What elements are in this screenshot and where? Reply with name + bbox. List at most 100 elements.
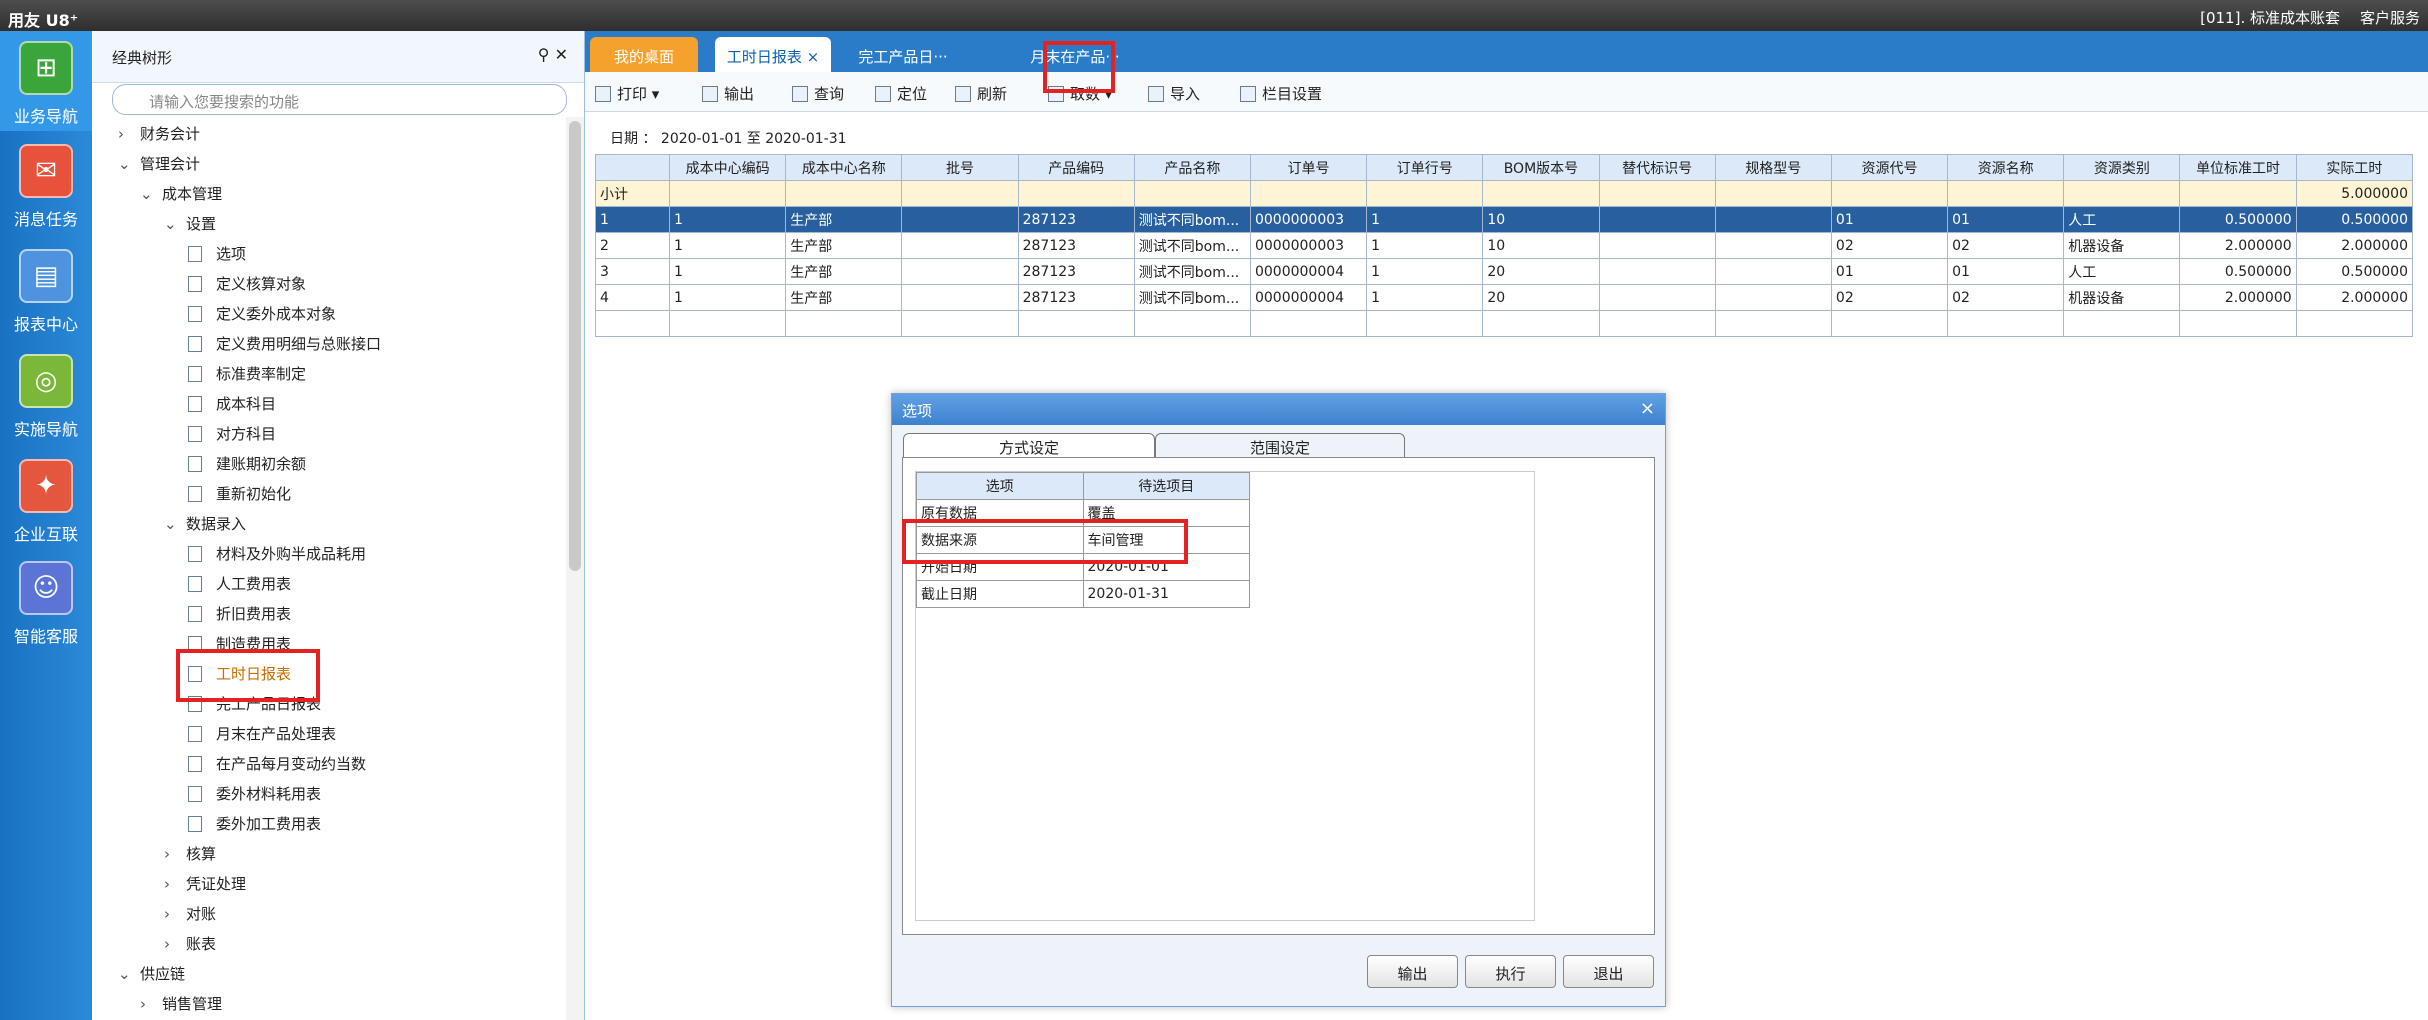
table-cell[interactable]: 2.000000 bbox=[2295, 284, 2414, 311]
tab-close-icon[interactable]: × bbox=[807, 48, 820, 66]
column-header[interactable]: 资源名称 bbox=[1947, 154, 2065, 181]
table-cell[interactable]: 1 bbox=[669, 284, 787, 311]
dialog-exit-button[interactable]: 退出 bbox=[1563, 955, 1654, 988]
column-settings-button[interactable]: 栏目设置 bbox=[1240, 83, 1322, 104]
expand-arrow-icon[interactable]: › bbox=[164, 935, 186, 953]
tree-item[interactable]: 定义核算对象 bbox=[188, 273, 306, 301]
table-cell[interactable]: 1 bbox=[1366, 258, 1484, 285]
table-cell[interactable]: 生产部 bbox=[785, 284, 903, 311]
table-cell[interactable]: 02 bbox=[1947, 284, 2065, 311]
tree-scrollbar[interactable] bbox=[566, 117, 584, 1020]
expand-arrow-icon[interactable]: ⌄ bbox=[118, 965, 140, 983]
table-cell[interactable]: 287123 bbox=[1017, 232, 1135, 259]
table-cell[interactable]: 4 bbox=[594, 284, 671, 311]
tree-item[interactable]: ⌄ 成本管理 bbox=[140, 183, 222, 211]
column-header[interactable]: 单位标准工时 bbox=[2179, 154, 2297, 181]
column-header[interactable]: 规格型号 bbox=[1714, 154, 1832, 181]
table-cell[interactable] bbox=[2295, 310, 2414, 337]
print-button[interactable]: 打印 ▾ bbox=[595, 83, 659, 104]
column-header[interactable]: 产品编码 bbox=[1017, 154, 1135, 181]
tree-item[interactable]: 定义费用明细与总账接口 bbox=[188, 333, 381, 361]
import-button[interactable]: 导入 bbox=[1148, 83, 1200, 104]
tree-item[interactable]: 重新初始化 bbox=[188, 483, 291, 511]
column-header[interactable]: 批号 bbox=[901, 154, 1019, 181]
table-cell[interactable]: 10 bbox=[1482, 206, 1600, 233]
tree-item[interactable]: › 对账 bbox=[164, 903, 216, 931]
tree-item[interactable]: ⌄ 数据录入 bbox=[164, 513, 246, 541]
table-cell[interactable] bbox=[1714, 258, 1832, 285]
option-row[interactable]: 截止日期 2020-01-31 bbox=[916, 580, 1250, 608]
table-cell[interactable] bbox=[1714, 206, 1832, 233]
table-cell[interactable]: 人工 bbox=[2063, 258, 2181, 285]
table-cell[interactable]: 2 bbox=[594, 232, 671, 259]
column-header[interactable]: BOM版本号 bbox=[1482, 154, 1600, 181]
tree-item[interactable]: › 销售管理 bbox=[140, 993, 222, 1020]
table-cell[interactable]: 1 bbox=[669, 206, 787, 233]
table-cell[interactable]: 10 bbox=[1482, 232, 1600, 259]
table-cell[interactable]: 20 bbox=[1482, 258, 1600, 285]
table-cell[interactable] bbox=[901, 284, 1019, 311]
export-button[interactable]: 输出 bbox=[702, 83, 754, 104]
tree-item[interactable]: 折旧费用表 bbox=[188, 603, 291, 631]
table-cell[interactable]: 生产部 bbox=[785, 206, 903, 233]
table-cell[interactable]: 0000000004 bbox=[1249, 258, 1368, 285]
table-cell[interactable]: 1 bbox=[1366, 232, 1484, 259]
tree-item[interactable]: 选项 bbox=[188, 243, 246, 271]
tree-item[interactable]: 建账期初余额 bbox=[188, 453, 306, 481]
expand-arrow-icon[interactable]: › bbox=[164, 905, 186, 923]
table-cell[interactable] bbox=[1830, 310, 1949, 337]
nav-message[interactable]: ✉ 消息任务 bbox=[0, 134, 92, 234]
column-header[interactable]: 资源代号 bbox=[1830, 154, 1949, 181]
table-cell[interactable] bbox=[594, 310, 671, 337]
column-header[interactable] bbox=[594, 154, 671, 181]
table-cell[interactable] bbox=[669, 310, 787, 337]
tree-item[interactable]: ⌄ 供应链 bbox=[118, 963, 185, 991]
table-cell[interactable] bbox=[2179, 310, 2297, 337]
table-cell[interactable] bbox=[1714, 232, 1832, 259]
table-cell[interactable] bbox=[1366, 310, 1484, 337]
table-cell[interactable]: 1 bbox=[594, 206, 671, 233]
column-header[interactable]: 订单行号 bbox=[1366, 154, 1484, 181]
table-cell[interactable]: 测试不同bom... bbox=[1133, 284, 1251, 311]
table-cell[interactable] bbox=[1947, 310, 2065, 337]
table-cell[interactable]: 0.500000 bbox=[2179, 258, 2297, 285]
table-cell[interactable]: 1 bbox=[669, 258, 787, 285]
tree-item[interactable]: › 财务会计 bbox=[118, 123, 200, 151]
table-cell[interactable]: 机器设备 bbox=[2063, 232, 2181, 259]
dialog-execute-button[interactable]: 执行 bbox=[1465, 955, 1556, 988]
tree-item[interactable]: 委外材料耗用表 bbox=[188, 783, 321, 811]
table-cell[interactable] bbox=[1133, 310, 1251, 337]
table-cell[interactable]: 机器设备 bbox=[2063, 284, 2181, 311]
table-row[interactable]: 4 1 生产部 287123 测试不同bom... 0000000004 1 20 02 02 机器… bbox=[594, 284, 2414, 311]
table-cell[interactable]: 0.500000 bbox=[2295, 258, 2414, 285]
expand-arrow-icon[interactable]: ⌄ bbox=[118, 155, 140, 173]
column-header[interactable]: 实际工时 bbox=[2295, 154, 2414, 181]
table-cell[interactable]: 2.000000 bbox=[2179, 232, 2297, 259]
tab-home[interactable]: 我的桌面 bbox=[590, 37, 698, 72]
query-button[interactable]: 查询 bbox=[792, 83, 844, 104]
table-cell[interactable]: 01 bbox=[1830, 258, 1949, 285]
table-cell[interactable]: 287123 bbox=[1017, 284, 1135, 311]
tree-item[interactable]: 标准费率制定 bbox=[188, 363, 306, 391]
table-cell[interactable]: 1 bbox=[669, 232, 787, 259]
column-header[interactable]: 订单号 bbox=[1249, 154, 1368, 181]
tree-item[interactable]: 对方科目 bbox=[188, 423, 276, 451]
table-row[interactable]: 2 1 生产部 287123 测试不同bom... 0000000003 1 10 02 02 机器… bbox=[594, 232, 2414, 259]
table-row[interactable]: 3 1 生产部 287123 测试不同bom... 0000000004 1 20 01 01 人工… bbox=[594, 258, 2414, 285]
table-cell[interactable]: 01 bbox=[1830, 206, 1949, 233]
tab-finished-products[interactable]: 完工产品日··· bbox=[843, 37, 963, 72]
column-header[interactable]: 资源类别 bbox=[2063, 154, 2181, 181]
table-cell[interactable] bbox=[2063, 310, 2181, 337]
column-header[interactable]: 成本中心编码 bbox=[669, 154, 787, 181]
table-cell[interactable] bbox=[1598, 206, 1716, 233]
expand-arrow-icon[interactable]: ⌄ bbox=[140, 185, 162, 203]
nav-smart-service[interactable]: ☺ 智能客服 bbox=[0, 551, 92, 651]
tree-item[interactable]: › 凭证处理 bbox=[164, 873, 246, 901]
table-cell[interactable]: 0000000003 bbox=[1249, 232, 1368, 259]
option-value[interactable]: 2020-01-31 bbox=[1082, 580, 1250, 608]
table-cell[interactable]: 20 bbox=[1482, 284, 1600, 311]
pin-close-icon[interactable]: ⚲ ✕ bbox=[538, 45, 568, 64]
table-cell[interactable] bbox=[785, 310, 903, 337]
table-cell[interactable]: 01 bbox=[1947, 206, 2065, 233]
nav-report[interactable]: ▤ 报表中心 bbox=[0, 239, 92, 339]
